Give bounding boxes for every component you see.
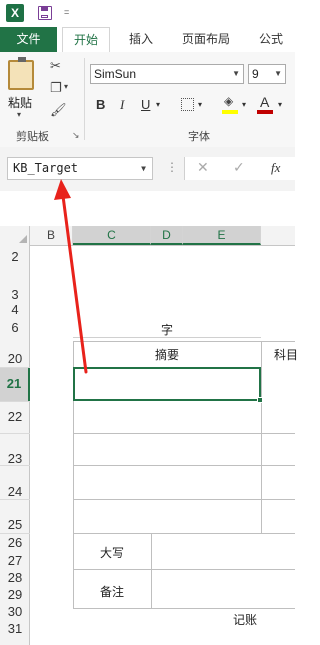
row-divider xyxy=(0,433,30,434)
paste-icon[interactable] xyxy=(8,57,34,90)
row-header[interactable]: 31 xyxy=(0,620,30,637)
table-border xyxy=(73,608,295,609)
row-header[interactable]: 25 xyxy=(0,515,30,535)
row-header[interactable]: 20 xyxy=(0,350,30,368)
paste-dropdown-icon[interactable]: ▾ xyxy=(17,110,21,119)
select-all-button[interactable] xyxy=(0,226,30,245)
chevron-down-icon: ▼ xyxy=(274,69,282,78)
subject-header-cell[interactable]: 科目 xyxy=(262,346,314,363)
beizhu-label-cell[interactable]: 备注 xyxy=(73,583,151,600)
table-border xyxy=(73,533,295,534)
formula-bar: ✕ ✓ fx xyxy=(184,157,296,180)
jizhang-label-cell[interactable]: 记账 xyxy=(225,611,265,628)
font-color-icon[interactable]: A xyxy=(260,94,269,110)
paste-button-label[interactable]: 粘贴 xyxy=(8,94,32,111)
underline-dropdown-icon[interactable]: ▾ xyxy=(156,96,160,114)
row-divider xyxy=(0,533,30,534)
formula-bar-splitter[interactable]: ⋮ xyxy=(166,160,178,174)
group-separator xyxy=(84,58,85,140)
row-header[interactable]: 6 xyxy=(0,319,30,337)
cell-line xyxy=(73,337,261,338)
column-header-d[interactable]: D xyxy=(151,226,183,245)
tab-insert[interactable]: 插入 xyxy=(116,27,166,52)
title-cell-zi: 字 xyxy=(160,323,173,337)
underline-button[interactable]: U xyxy=(141,96,150,114)
column-header-c[interactable]: C xyxy=(73,226,151,245)
italic-button[interactable]: I xyxy=(120,96,124,114)
row-header[interactable]: 27 xyxy=(0,552,30,569)
excel-logo-icon: X xyxy=(6,4,24,22)
tab-file[interactable]: 文件 xyxy=(0,27,57,52)
row-divider xyxy=(0,465,30,466)
row-divider xyxy=(0,367,30,368)
tab-home[interactable]: 开始 xyxy=(62,27,110,53)
worksheet-grid[interactable]: B C D E 2 3 4 6 20 21 22 23 24 25 26 27 … xyxy=(0,191,298,645)
font-name-value: SimSun xyxy=(94,67,137,81)
format-painter-icon[interactable]: 🖌 xyxy=(50,102,67,118)
copy-dropdown-icon[interactable]: ▾ xyxy=(64,82,68,91)
cancel-icon[interactable]: ✕ xyxy=(197,159,209,176)
row-header[interactable]: 29 xyxy=(0,586,30,603)
daxie-label-cell[interactable]: 大写 xyxy=(73,544,151,561)
font-name-select[interactable]: SimSun ▼ xyxy=(90,64,244,84)
insert-function-icon[interactable]: fx xyxy=(271,160,280,176)
chevron-down-icon: ▼ xyxy=(232,69,240,78)
bold-button[interactable]: B xyxy=(96,96,105,114)
row-header-selected[interactable]: 21 xyxy=(0,367,30,401)
borders-icon[interactable] xyxy=(181,98,194,111)
ribbon-tabs: 文件 开始 插入 页面布局 公式 xyxy=(0,27,295,53)
tab-page-layout[interactable]: 页面布局 xyxy=(172,27,240,52)
save-icon[interactable] xyxy=(38,6,52,20)
row-header[interactable]: 28 xyxy=(0,569,30,586)
fill-color-icon[interactable]: ◈ xyxy=(224,94,238,108)
table-border xyxy=(151,533,152,608)
fill-handle[interactable] xyxy=(257,397,263,403)
font-size-select[interactable]: 9 ▼ xyxy=(248,64,286,84)
tab-formulas[interactable]: 公式 xyxy=(248,27,294,52)
row-header[interactable]: 23 xyxy=(0,449,30,469)
column-header-e[interactable]: E xyxy=(183,226,261,245)
table-border xyxy=(73,569,295,570)
font-color-dropdown-icon[interactable]: ▾ xyxy=(278,96,282,114)
quick-access-toolbar: X = xyxy=(0,0,295,27)
row-header[interactable]: 26 xyxy=(0,534,30,551)
font-color-swatch xyxy=(257,110,273,114)
customize-toolbar-icon[interactable]: = xyxy=(64,7,69,17)
font-group-label: 字体 xyxy=(188,131,210,143)
font-size-value: 9 xyxy=(252,67,259,81)
column-header-b[interactable]: B xyxy=(30,226,73,245)
fill-color-swatch xyxy=(222,110,238,114)
copy-icon[interactable]: ❐ xyxy=(50,80,62,96)
ribbon: 粘贴 ▾ ✂ ❐ ▾ 🖌 剪贴板 ↘ SimSun ▼ 9 ▼ B I U ▾ … xyxy=(0,52,295,148)
row-header[interactable]: 22 xyxy=(0,407,30,427)
cut-icon[interactable]: ✂ xyxy=(50,58,61,74)
fill-color-dropdown-icon[interactable]: ▾ xyxy=(242,96,246,114)
borders-dropdown-icon[interactable]: ▾ xyxy=(198,96,202,114)
row-divider xyxy=(0,401,30,402)
row-header[interactable]: 4 xyxy=(0,302,30,318)
name-box[interactable]: KB_Target ▼ xyxy=(7,157,153,180)
chevron-down-icon[interactable]: ▼ xyxy=(141,158,146,179)
name-box-value: KB_Target xyxy=(13,161,79,175)
row-divider xyxy=(0,499,30,500)
active-cell-c21[interactable] xyxy=(73,367,261,401)
row-header[interactable]: 2 xyxy=(0,247,30,267)
clipboard-launcher-icon[interactable]: ↘ xyxy=(72,130,80,141)
clipboard-group-label: 剪贴板 xyxy=(16,131,49,143)
summary-header-cell[interactable]: 摘要 xyxy=(73,346,261,363)
table-border xyxy=(261,341,262,533)
row-header[interactable]: 30 xyxy=(0,603,30,620)
enter-icon[interactable]: ✓ xyxy=(233,159,245,176)
